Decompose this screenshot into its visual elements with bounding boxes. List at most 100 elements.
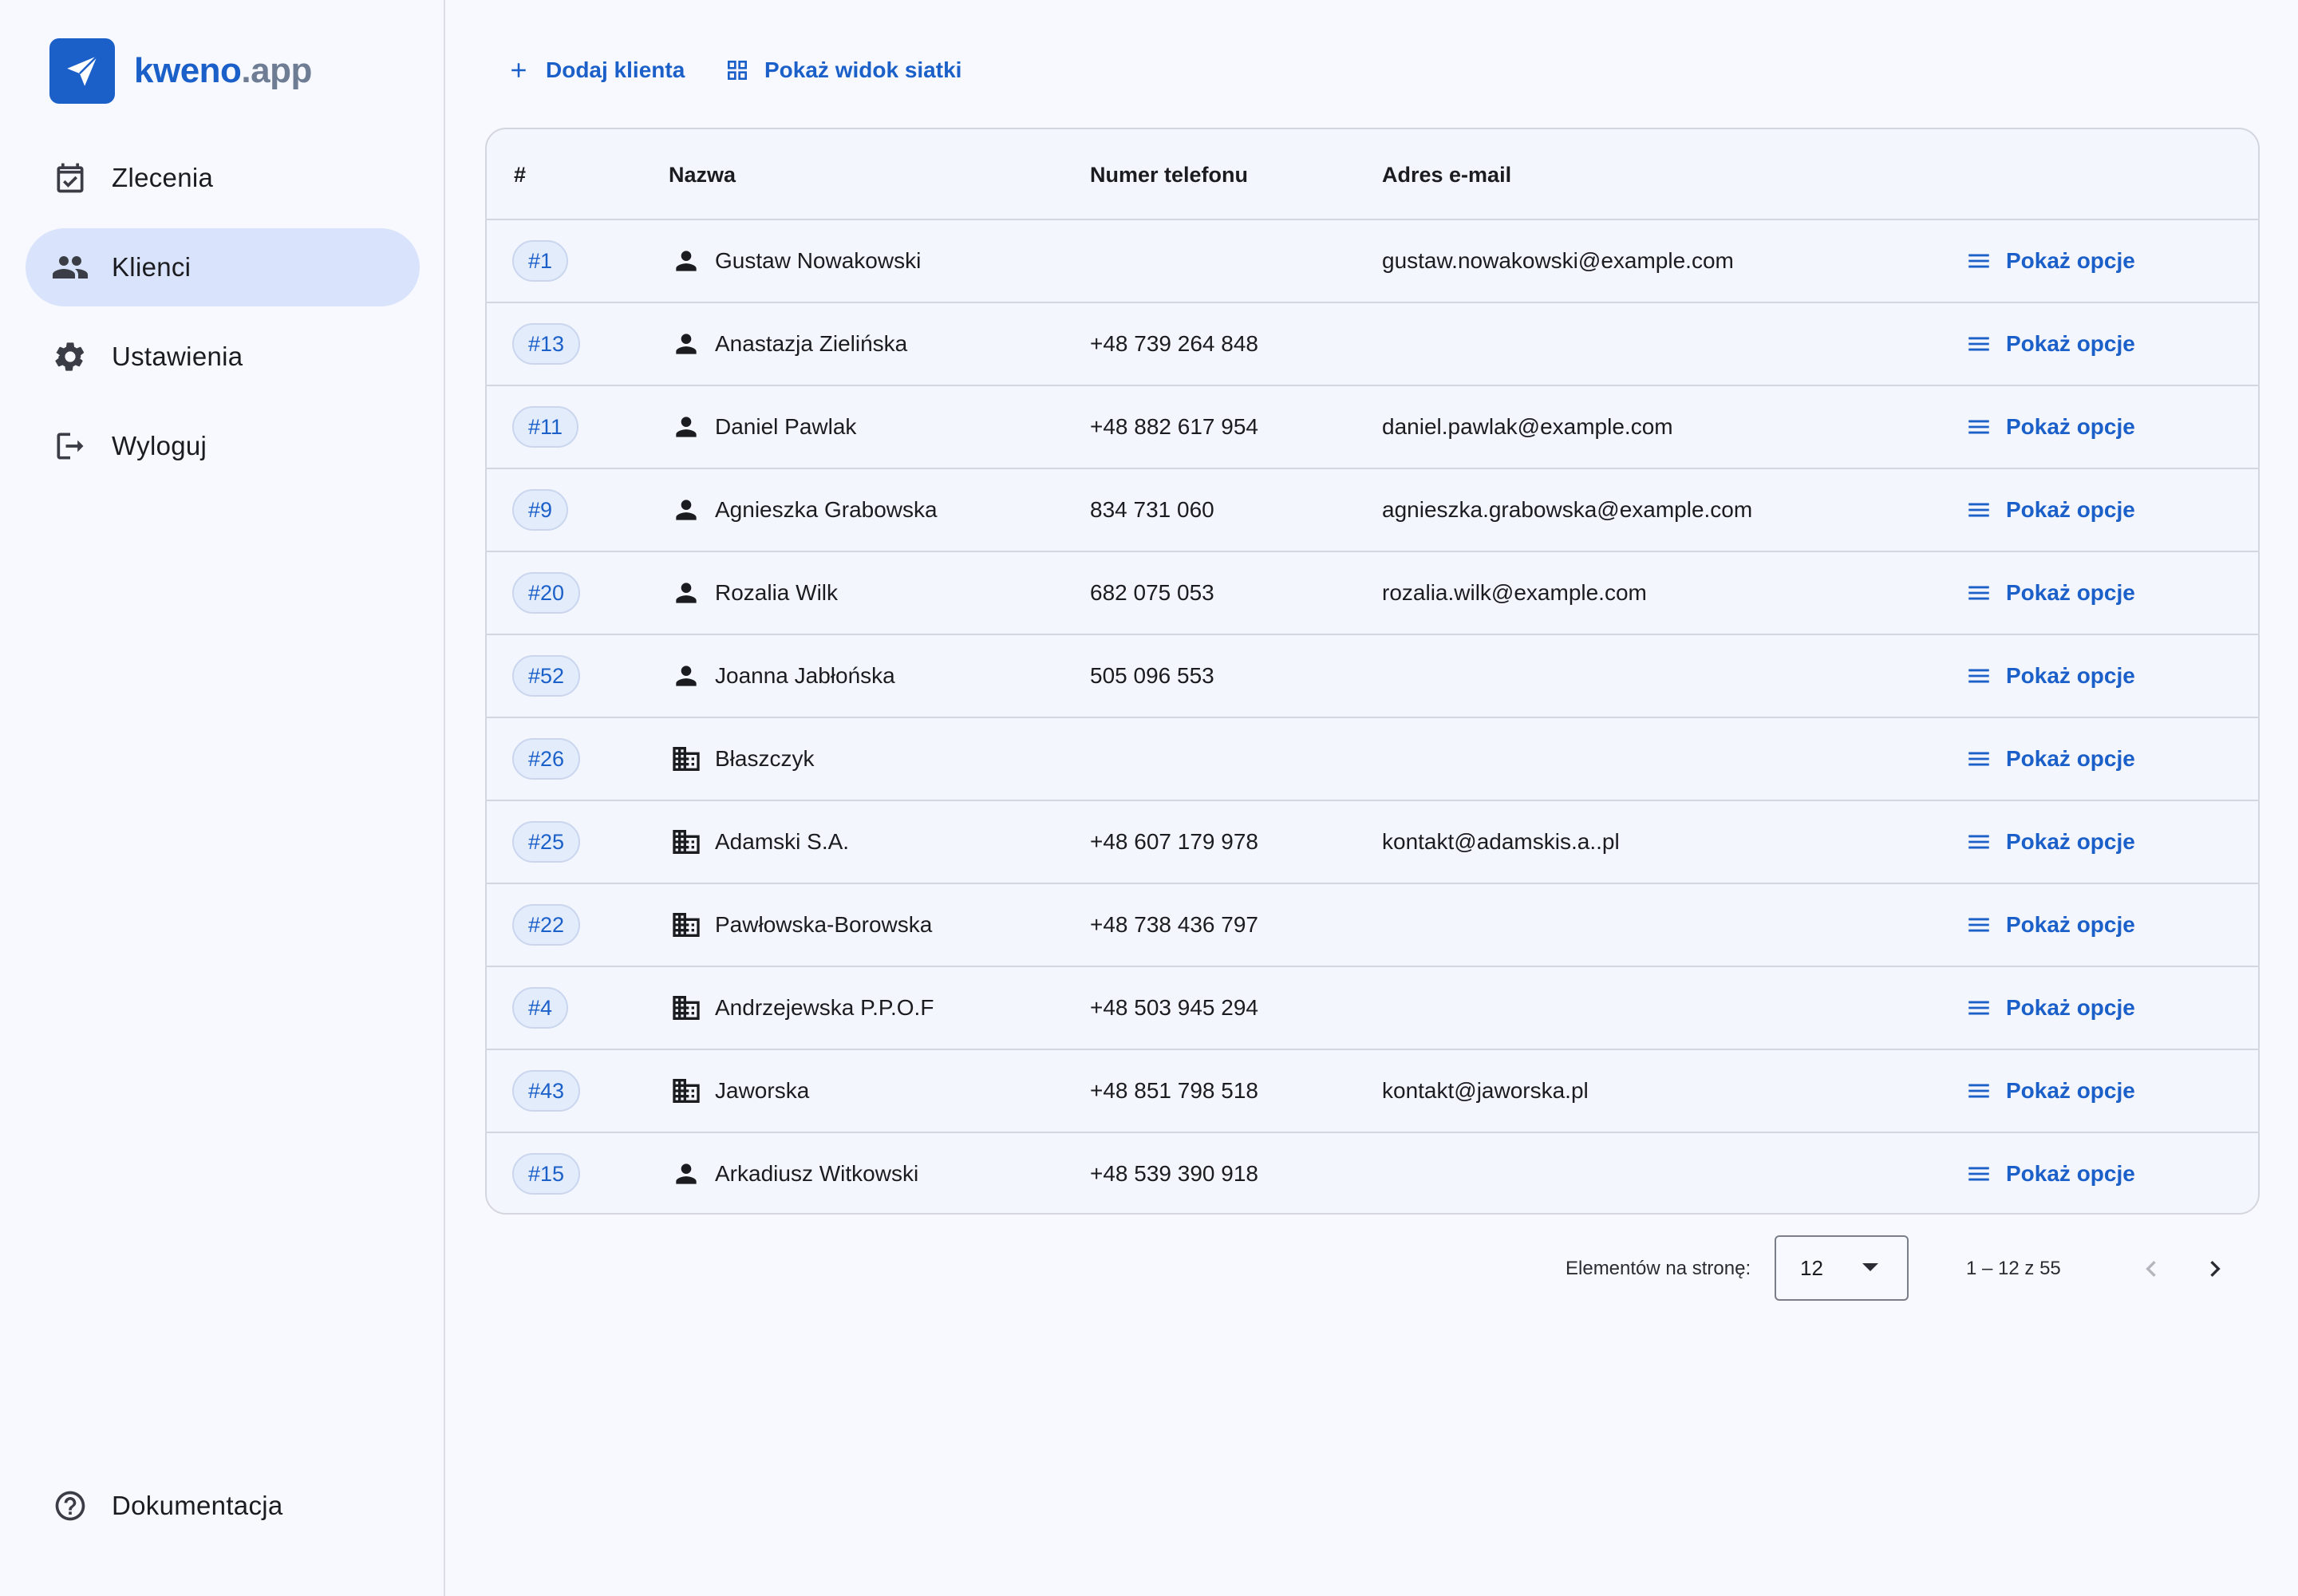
show-options-label: Pokaż opcje — [2006, 497, 2135, 522]
client-phone: 834 731 060 — [1090, 497, 1214, 522]
sidebar-item-dokumentacja[interactable]: Dokumentacja — [26, 1467, 420, 1545]
client-id-chip[interactable]: #43 — [512, 1070, 581, 1112]
menu-lines-icon — [1964, 247, 1993, 275]
client-id-chip[interactable]: #52 — [512, 655, 581, 697]
brand-name: kweno.app — [134, 51, 312, 91]
show-options-button[interactable]: Pokaż opcje — [1964, 469, 2135, 551]
sidebar: kweno.app Zlecenia Klienci Ustawienia Wy… — [0, 0, 445, 1596]
name-cell: Arkadiusz Witkowski — [670, 1133, 918, 1213]
show-options-label: Pokaż opcje — [2006, 912, 2135, 937]
table-row[interactable]: #15 Arkadiusz Witkowski +48 539 390 918 Pok… — [487, 1133, 2258, 1213]
show-options-button[interactable]: Pokaż opcje — [1964, 884, 2135, 966]
name-cell: Adamski S.A. — [670, 801, 849, 883]
show-options-button[interactable]: Pokaż opcje — [1964, 386, 2135, 468]
client-id-chip[interactable]: #4 — [512, 987, 569, 1029]
column-header-id[interactable]: # — [514, 129, 526, 220]
pagination-range: 1 – 12 z 55 — [1966, 1258, 2061, 1279]
name-cell: Andrzejewska P.P.O.F — [670, 967, 934, 1049]
client-email: rozalia.wilk@example.com — [1382, 580, 1647, 605]
add-client-button[interactable]: Dodaj klienta — [504, 49, 685, 91]
table-row[interactable]: #11 Daniel Pawlak +48 882 617 954 daniel.pa… — [487, 386, 2258, 469]
sidebar-item-wyloguj[interactable]: Wyloguj — [26, 407, 420, 485]
table-row[interactable]: #13 Anastazja Zielińska +48 739 264 848 Pok… — [487, 303, 2258, 386]
show-options-button[interactable]: Pokaż opcje — [1964, 1133, 2135, 1213]
show-options-button[interactable]: Pokaż opcje — [1964, 718, 2135, 800]
client-phone: +48 607 179 978 — [1090, 829, 1258, 854]
table-row[interactable]: #52 Joanna Jabłońska 505 096 553 Pokaż opcj… — [487, 635, 2258, 718]
client-id-chip[interactable]: #26 — [512, 738, 581, 780]
show-options-label: Pokaż opcje — [2006, 414, 2135, 439]
next-page-button[interactable] — [2194, 1248, 2236, 1290]
name-cell: Gustaw Nowakowski — [670, 220, 921, 302]
show-options-button[interactable]: Pokaż opcje — [1964, 220, 2135, 302]
client-id-chip[interactable]: #15 — [512, 1153, 581, 1195]
help-circle-icon — [51, 1487, 89, 1525]
sidebar-item-zlecenia[interactable]: Zlecenia — [26, 139, 420, 217]
id-cell: #13 — [512, 303, 581, 385]
show-options-button[interactable]: Pokaż opcje — [1964, 967, 2135, 1049]
client-name: Daniel Pawlak — [715, 414, 857, 439]
sidebar-item-klienci[interactable]: Klienci — [26, 228, 420, 306]
show-options-button[interactable]: Pokaż opcje — [1964, 1050, 2135, 1132]
brand-name-part1: kweno — [134, 51, 242, 90]
client-id-chip[interactable]: #25 — [512, 821, 581, 863]
person-icon — [670, 1158, 702, 1190]
client-id-chip[interactable]: #1 — [512, 240, 569, 282]
grid-view-icon — [723, 56, 752, 85]
client-id-chip[interactable]: #11 — [512, 406, 579, 448]
table-row[interactable]: #22 Pawłowska-Borowska +48 738 436 797 Poka… — [487, 884, 2258, 967]
name-cell: Anastazja Zielińska — [670, 303, 907, 385]
people-icon — [51, 248, 89, 286]
menu-lines-icon — [1964, 1077, 1993, 1105]
email-cell: kontakt@adamskis.a..pl — [1382, 801, 1620, 883]
client-id-chip[interactable]: #9 — [512, 489, 569, 531]
table-row[interactable]: #25 Adamski S.A. +48 607 179 978 kontakt@ad… — [487, 801, 2258, 884]
client-name: Agnieszka Grabowska — [715, 497, 938, 522]
column-header-name[interactable]: Nazwa — [669, 129, 736, 220]
client-phone: +48 738 436 797 — [1090, 912, 1258, 937]
items-per-page-select[interactable]: 12 — [1775, 1235, 1909, 1301]
table-row[interactable]: #9 Agnieszka Grabowska 834 731 060 agnieszk… — [487, 469, 2258, 552]
sidebar-item-ustawienia[interactable]: Ustawienia — [26, 318, 420, 396]
client-id-chip[interactable]: #13 — [512, 323, 581, 365]
table-row[interactable]: #43 Jaworska +48 851 798 518 kontakt@jawors… — [487, 1050, 2258, 1133]
client-phone: +48 851 798 518 — [1090, 1078, 1258, 1103]
client-phone: +48 882 617 954 — [1090, 414, 1258, 439]
table-row[interactable]: #20 Rozalia Wilk 682 075 053 rozalia.wilk@e… — [487, 552, 2258, 635]
menu-lines-icon — [1964, 1159, 1993, 1188]
brand[interactable]: kweno.app — [49, 38, 312, 104]
previous-page-button[interactable] — [2130, 1248, 2172, 1290]
items-per-page-label: Elementów na stronę: — [1566, 1258, 1751, 1279]
show-grid-view-button[interactable]: Pokaż widok siatki — [723, 49, 961, 91]
phone-cell: 682 075 053 — [1090, 552, 1214, 634]
client-id-chip[interactable]: #20 — [512, 572, 581, 614]
table-header: # Nazwa Numer telefonu Adres e-mail — [487, 129, 2258, 220]
email-cell: gustaw.nowakowski@example.com — [1382, 220, 1734, 302]
logout-icon — [51, 427, 89, 465]
show-options-button[interactable]: Pokaż opcje — [1964, 303, 2135, 385]
sidebar-item-label: Dokumentacja — [112, 1491, 283, 1520]
sidebar-item-label: Wyloguj — [112, 431, 207, 460]
show-grid-view-label: Pokaż widok siatki — [764, 57, 962, 82]
client-id-chip[interactable]: #22 — [512, 904, 581, 946]
clients-table: # Nazwa Numer telefonu Adres e-mail #1 Gu… — [485, 128, 2260, 1215]
name-cell: Agnieszka Grabowska — [670, 469, 938, 551]
show-options-button[interactable]: Pokaż opcje — [1964, 801, 2135, 883]
name-cell: Pawłowska-Borowska — [670, 884, 932, 966]
column-header-email[interactable]: Adres e-mail — [1382, 129, 1511, 220]
phone-cell: +48 539 390 918 — [1090, 1133, 1258, 1213]
menu-lines-icon — [1964, 413, 1993, 441]
table-row[interactable]: #1 Gustaw Nowakowski gustaw.nowakowski@exa… — [487, 220, 2258, 303]
client-phone: 682 075 053 — [1090, 580, 1214, 605]
column-header-phone[interactable]: Numer telefonu — [1090, 129, 1248, 220]
client-phone: +48 503 945 294 — [1090, 995, 1258, 1020]
id-cell: #26 — [512, 718, 581, 800]
show-options-button[interactable]: Pokaż opcje — [1964, 635, 2135, 717]
table-row[interactable]: #26 Błaszczyk Pokaż opcje — [487, 718, 2258, 801]
client-name: Gustaw Nowakowski — [715, 248, 922, 273]
table-row[interactable]: #4 Andrzejewska P.P.O.F +48 503 945 294 Pok… — [487, 967, 2258, 1050]
show-options-label: Pokaż opcje — [2006, 1078, 2135, 1103]
show-options-button[interactable]: Pokaż opcje — [1964, 552, 2135, 634]
name-cell: Rozalia Wilk — [670, 552, 838, 634]
email-cell: kontakt@jaworska.pl — [1382, 1050, 1589, 1132]
